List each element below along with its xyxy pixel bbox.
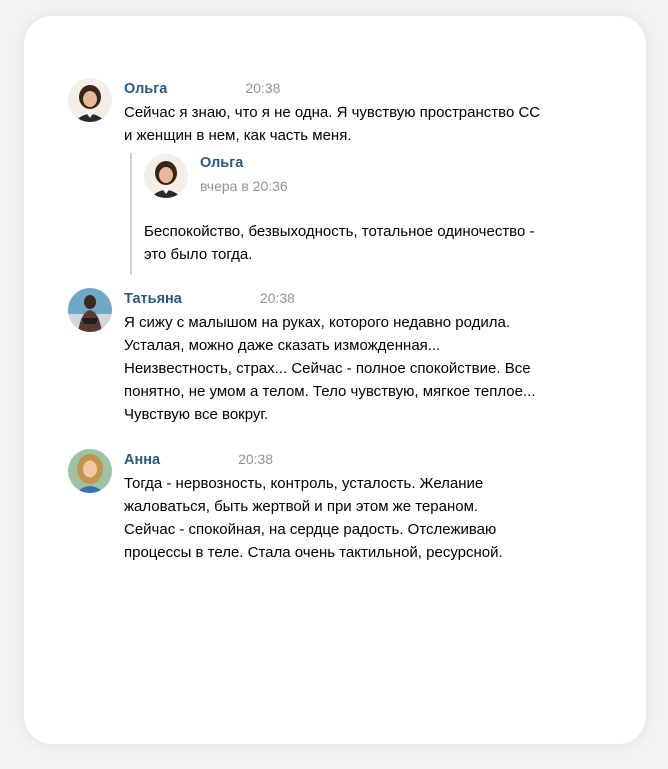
message-anna: Анна 20:38 Тогда - нервозность, контроль,… [68, 449, 628, 579]
quoted-message-time[interactable]: вчера в 20:36 [200, 178, 288, 194]
avatar-anna[interactable] [68, 449, 112, 493]
message-text: Тогда - нервозность, контроль, усталость… [124, 475, 503, 561]
author-name[interactable]: Татьяна [124, 291, 182, 307]
quoted-message-text: Беспокойство, безвыходность, тотальное о… [144, 223, 535, 263]
message-text: Сейчас я знаю, что я не одна. Я чувствую… [124, 104, 541, 144]
message-tatyana: Татьяна 20:38 Я сижу с малышом на руках, … [68, 288, 628, 428]
message-text: Я сижу с малышом на руках, которого неда… [124, 314, 536, 423]
author-name[interactable]: Ольга [124, 81, 167, 97]
avatar-olga[interactable] [68, 78, 112, 122]
chat-card: Ольга 20:38 Сейчас я знаю, что я не одна.… [24, 16, 646, 744]
avatar-tatyana[interactable] [68, 288, 112, 332]
message-time: 20:38 [245, 80, 281, 96]
quoted-author-name[interactable]: Ольга [200, 155, 243, 171]
author-name[interactable]: Анна [124, 452, 160, 468]
message-time: 20:38 [259, 290, 295, 306]
avatar-olga-quoted[interactable] [144, 154, 188, 198]
message-time: 20:38 [238, 451, 274, 467]
forwarded-message: Ольга вчера в 20:36 Беспокойство, безвых… [130, 153, 592, 275]
